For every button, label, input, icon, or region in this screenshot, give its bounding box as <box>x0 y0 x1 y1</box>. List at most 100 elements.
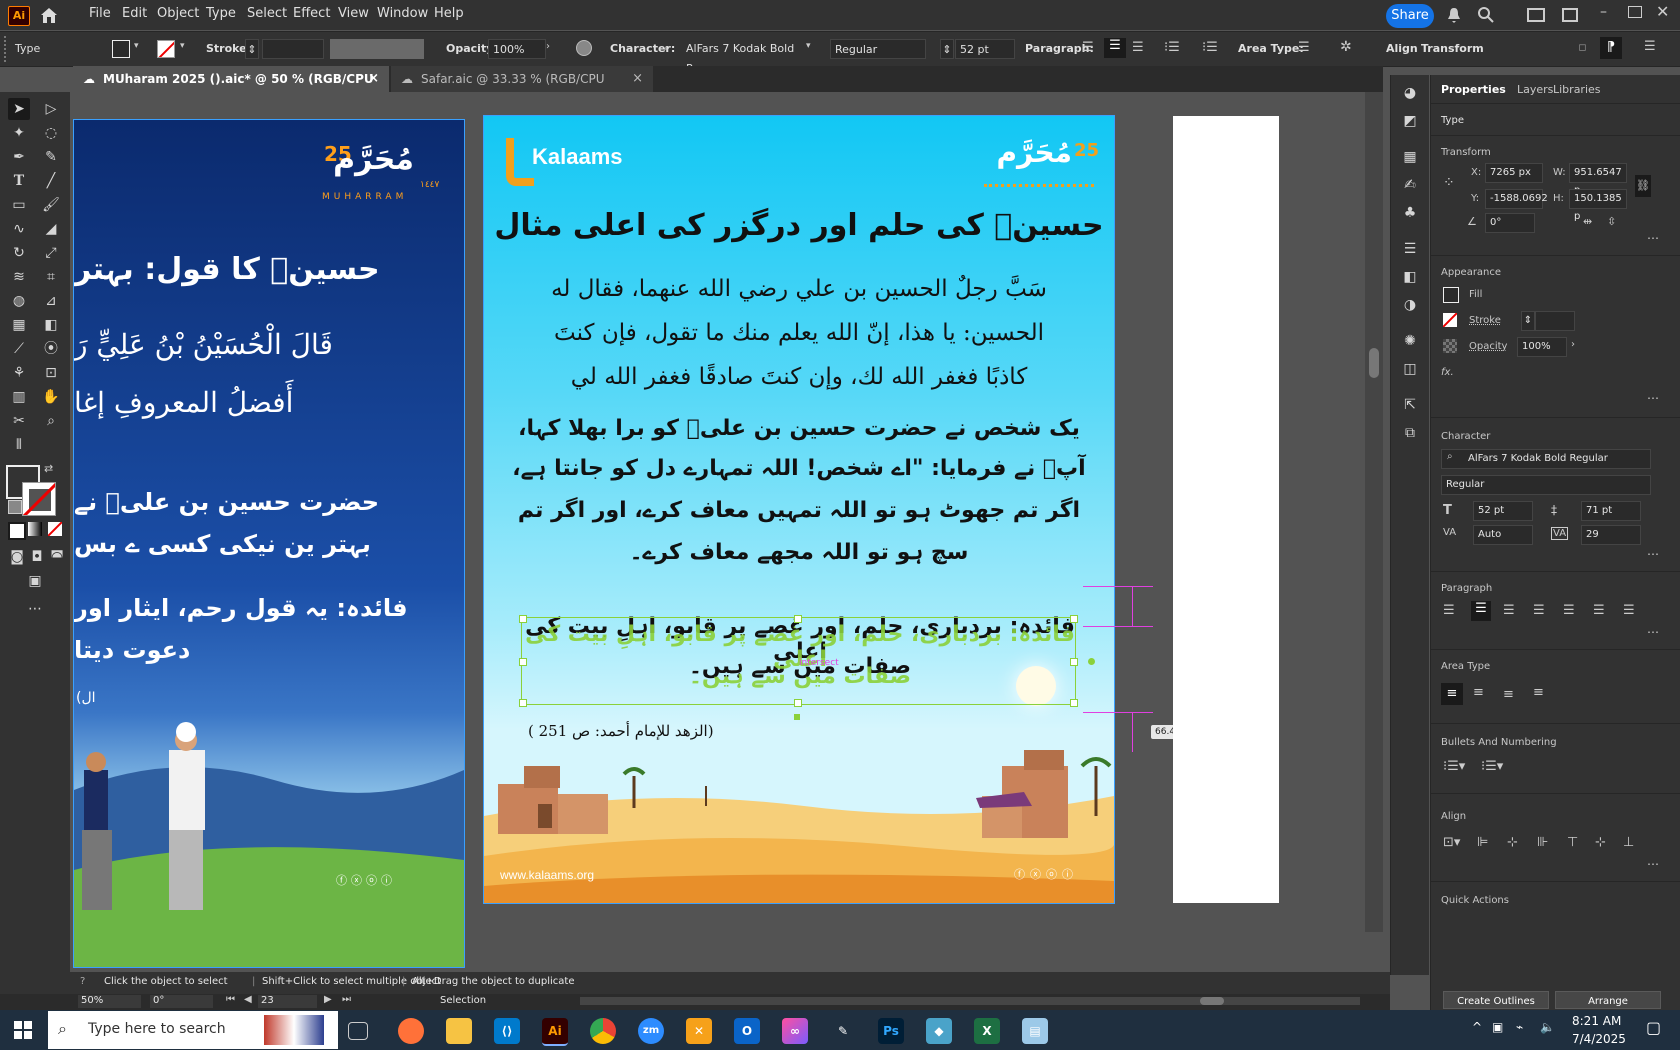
brushes-icon[interactable]: ✍ <box>1400 175 1420 195</box>
x-input[interactable]: 7265 px <box>1485 163 1543 183</box>
variable-width-profile[interactable] <box>330 39 424 59</box>
stroke-stepper[interactable]: ⇕ <box>1521 311 1535 331</box>
first-artboard-icon[interactable]: ⏮ <box>226 994 235 1005</box>
align-top-edges-icon[interactable]: ⊤ <box>1567 835 1578 850</box>
font-style-select[interactable]: Regular <box>830 39 926 59</box>
shape-builder-tool-icon[interactable]: ◍ <box>8 290 30 312</box>
justify-right-icon[interactable]: ☰ <box>1593 603 1605 618</box>
creative-cloud-icon[interactable]: ∞ <box>782 1018 808 1044</box>
opacity-input[interactable]: 100% <box>488 39 546 59</box>
align-right-icon[interactable]: ☰ <box>1503 603 1515 618</box>
tab-layers[interactable]: Layers <box>1517 83 1553 96</box>
close-icon[interactable]: × <box>368 66 379 92</box>
xampp-icon[interactable]: ✕ <box>686 1018 712 1044</box>
w-input[interactable]: 951.6547 p <box>1569 163 1627 196</box>
area-type-align-icon[interactable]: ☰ <box>1298 40 1314 56</box>
measure-tool-icon[interactable]: ⦿ <box>40 338 62 360</box>
stroke-panel-icon[interactable]: ☰ <box>1400 239 1420 259</box>
chevron-down-icon[interactable]: ▾ <box>806 41 811 51</box>
horizontal-scroll-thumb[interactable] <box>1200 997 1224 1005</box>
tracking-input[interactable]: 29 <box>1581 525 1641 545</box>
menu-help[interactable]: Help <box>434 6 464 21</box>
rectangle-tool-icon[interactable]: ▭ <box>8 194 30 216</box>
tab-muharam[interactable]: ☁ MUharam 2025 ().aic* @ 50 % (RGB/CPU P… <box>73 66 389 112</box>
artboard-select[interactable]: 23 <box>258 995 317 1008</box>
constrain-proportions-icon[interactable]: ⛓ <box>1635 175 1651 197</box>
menu-effect[interactable]: Effect <box>293 6 330 21</box>
area-center-align-icon[interactable]: ≡ <box>1473 685 1484 700</box>
menu-type[interactable]: Type <box>206 6 236 21</box>
numbering-icon[interactable]: ⁝☰ <box>1202 40 1218 56</box>
chrome-icon[interactable] <box>590 1018 616 1044</box>
export-icon[interactable]: ⇱ <box>1400 395 1420 415</box>
align-label[interactable]: Align <box>1386 42 1418 55</box>
fill-swatch[interactable] <box>112 40 130 58</box>
vertical-scrollbar[interactable] <box>1365 92 1383 932</box>
gradient-mode-icon[interactable] <box>28 522 42 536</box>
bell-icon[interactable] <box>1446 6 1462 24</box>
resize-handle[interactable] <box>1070 615 1078 623</box>
kerning-input[interactable]: Auto <box>1473 525 1533 545</box>
align-center-icon[interactable]: ☰ <box>1104 38 1126 58</box>
fill-swatch[interactable] <box>1443 287 1459 303</box>
isolate-icon[interactable]: ▫ <box>1578 40 1594 56</box>
zoom-select[interactable]: 50% <box>78 995 141 1008</box>
artboard-right[interactable] <box>1173 116 1279 903</box>
zoom-app-icon[interactable]: zm <box>638 1018 664 1044</box>
symbol-sprayer-tool-icon[interactable]: ⚘ <box>8 362 30 384</box>
tab-libraries[interactable]: Libraries <box>1553 83 1601 96</box>
screen-mode-icon[interactable]: ▣ <box>24 570 46 592</box>
appearance-icon[interactable]: ✺ <box>1400 331 1420 351</box>
volume-icon[interactable]: 🔈 <box>1540 1020 1555 1034</box>
graph-tool-icon[interactable]: ▥ <box>8 386 30 408</box>
more-options-icon[interactable]: ⋯ <box>1647 231 1659 245</box>
menu-window[interactable]: Window <box>377 6 428 21</box>
urdu-line-2[interactable]: آپؓ نے فرمایا: "اے شخص! اللہ تمہارے دل ک… <box>484 456 1114 481</box>
close-window-icon[interactable]: ✕ <box>1656 2 1669 21</box>
h-input[interactable]: 150.1385 p <box>1569 189 1627 222</box>
type-tool-icon[interactable]: T <box>8 170 30 192</box>
search-icon[interactable] <box>1477 6 1495 24</box>
chevron-right-icon[interactable]: › <box>546 41 550 52</box>
control-bar-grip[interactable] <box>4 36 9 62</box>
more-tools-icon[interactable]: ⋯ <box>24 598 46 620</box>
task-view-icon[interactable] <box>348 1022 368 1040</box>
symbols-icon[interactable]: ♣ <box>1400 203 1420 223</box>
transparency-icon[interactable]: ◑ <box>1400 295 1420 315</box>
previous-artboard-icon[interactable]: ◀ <box>244 994 252 1005</box>
flip-vertical-icon[interactable]: ⇳ <box>1607 215 1616 228</box>
bullets-icon[interactable]: ⁝☰▾ <box>1443 759 1465 774</box>
none-mode-icon[interactable] <box>48 522 62 536</box>
more-options-icon[interactable]: ⋯ <box>1647 625 1659 639</box>
align-vertical-center-icon[interactable]: ⊹ <box>1595 835 1606 850</box>
create-outlines-button[interactable]: Create Outlines <box>1443 991 1549 1009</box>
photoshop-icon[interactable]: Ps <box>878 1018 904 1044</box>
eraser-tool-icon[interactable]: ◢ <box>40 218 62 240</box>
y-input[interactable]: -1588.0692 <box>1485 189 1548 209</box>
recolor-icon[interactable] <box>576 40 592 56</box>
align-left-icon[interactable]: ☰ <box>1082 40 1098 56</box>
font-family-select[interactable]: AlFars 7 Kodak Bold Regular <box>1441 449 1651 469</box>
notepad-icon[interactable]: ▤ <box>1022 1018 1048 1044</box>
perspective-grid-tool-icon[interactable]: ⊿ <box>40 290 62 312</box>
recolor-artwork-icon[interactable]: ◩ <box>1400 111 1420 131</box>
vscode-icon[interactable]: ⟨⟩ <box>494 1018 520 1044</box>
scale-tool-icon[interactable]: ⤢ <box>40 242 62 264</box>
area-top-align-icon[interactable]: ≡ <box>1441 683 1463 705</box>
tray-app-icon[interactable]: ▣ <box>1492 1020 1503 1034</box>
illustrator-taskbar-icon[interactable]: Ai <box>542 1018 568 1046</box>
warp-tool-icon[interactable]: ≋ <box>8 266 30 288</box>
align-left-edges-icon[interactable]: ⊫ <box>1477 835 1488 850</box>
align-right-icon[interactable]: ☰ <box>1132 40 1148 56</box>
menu-edit[interactable]: Edit <box>122 6 147 21</box>
clock-time[interactable]: 8:21 AM <box>1572 1014 1621 1028</box>
align-left-icon[interactable]: ☰ <box>1443 603 1455 618</box>
excel-icon[interactable]: X <box>974 1018 1000 1044</box>
color-mode-icon[interactable] <box>8 522 26 540</box>
urdu-line-4[interactable]: سچ ہو تو اللہ مجھے معاف کرے۔ <box>484 540 1114 565</box>
panel-menu-icon[interactable]: ☰ <box>1644 39 1660 55</box>
more-options-icon[interactable]: ⋯ <box>1647 857 1659 871</box>
arabic-line-3[interactable]: كاذبًا فغفر الله لك، وإن كنتَ صادقًا فغف… <box>484 364 1114 390</box>
puppet-warp-icon[interactable]: ✲ <box>1340 39 1358 57</box>
stroke-color-swatch[interactable] <box>22 482 56 516</box>
